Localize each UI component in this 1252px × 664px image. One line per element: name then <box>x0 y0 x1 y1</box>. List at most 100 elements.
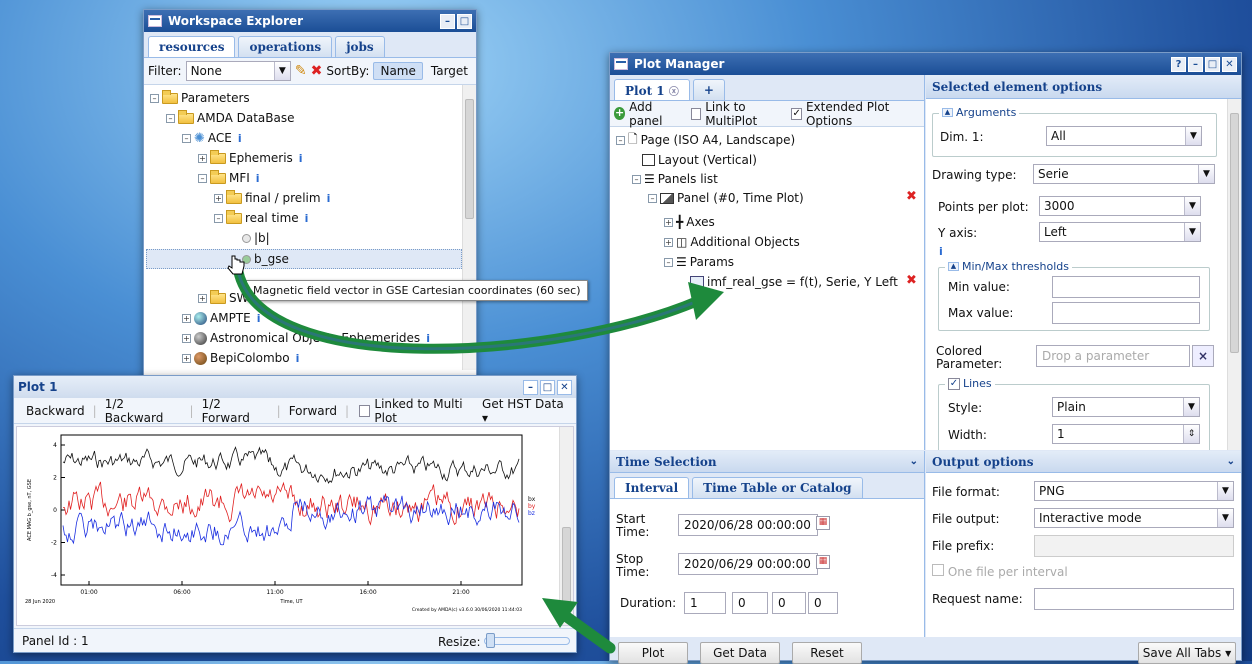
maximize-icon[interactable]: □ <box>540 379 555 395</box>
add-panel-icon[interactable]: + <box>614 107 626 120</box>
stop-time-input[interactable]: 2020/06/29 00:00:00 <box>678 553 818 575</box>
get-hst-data-button[interactable]: Get HST Data ▾ <box>482 397 572 425</box>
tree-node-panel[interactable]: – Panel (#0, Time Plot) <box>648 189 804 207</box>
start-time-input[interactable]: 2020/06/28 00:00:00 <box>678 514 818 536</box>
scrollbar-thumb[interactable] <box>562 527 571 607</box>
scrollbar-thumb[interactable] <box>1230 113 1239 353</box>
info-icon[interactable]: i <box>327 192 331 205</box>
sort-name-button[interactable]: Name <box>373 62 423 80</box>
tree-node-objects[interactable]: + ◫ Additional Objects <box>664 233 800 251</box>
tree-scrollbar[interactable] <box>462 85 476 370</box>
info-icon[interactable]: i <box>299 152 303 165</box>
info-icon[interactable]: i <box>238 132 242 145</box>
plot1-titlebar[interactable]: Plot 1 – □ ✕ <box>14 376 576 398</box>
drawing-type-select[interactable]: Serie ▼ <box>1033 164 1215 184</box>
half-backward-button[interactable]: 1/2 Backward <box>97 397 190 425</box>
help-icon[interactable]: ? <box>1171 56 1186 72</box>
arguments-legend[interactable]: ▲ Arguments <box>939 106 1020 119</box>
style-select[interactable]: Plain ▼ <box>1052 397 1200 417</box>
backward-button[interactable]: Backward <box>18 404 93 418</box>
tab-resources[interactable]: resources <box>148 36 236 57</box>
clear-filter-icon[interactable]: ✖ <box>311 63 323 79</box>
minimize-icon[interactable]: – <box>523 379 538 395</box>
info-icon[interactable]: i <box>305 212 309 225</box>
clear-colored-icon[interactable]: × <box>1192 345 1214 367</box>
duration-seconds[interactable]: 0 <box>808 592 838 614</box>
edit-icon[interactable]: ✎ <box>295 63 307 79</box>
delete-param-icon[interactable]: ✖ <box>906 273 917 288</box>
plot-scrollbar[interactable] <box>559 427 573 625</box>
one-file-option[interactable]: One file per interval <box>932 564 1068 579</box>
linked-multiplot-checkbox[interactable] <box>359 404 371 417</box>
maximize-icon[interactable]: □ <box>457 13 472 29</box>
tree-node-swe[interactable]: + SW <box>198 289 248 307</box>
sort-target-button[interactable]: Target <box>427 64 472 78</box>
extended-options-checkbox[interactable]: ✓ <box>791 107 802 120</box>
add-tab-button[interactable]: + <box>692 79 725 100</box>
tab-plot1[interactable]: Plot 1 ⓧ <box>614 79 690 100</box>
delete-panel-icon[interactable]: ✖ <box>906 189 917 204</box>
tree-node-page[interactable]: – 🗋 Page (ISO A4, Landscape) <box>616 131 795 149</box>
tab-jobs[interactable]: jobs <box>335 36 385 57</box>
tree-node-ephemeris[interactable]: + Ephemeris i <box>198 149 303 167</box>
resize-slider[interactable] <box>484 637 570 645</box>
calendar-icon[interactable]: ▦ <box>816 555 830 569</box>
tree-node-parameters[interactable]: – Parameters <box>150 89 250 107</box>
close-icon[interactable]: ✕ <box>1222 56 1237 72</box>
tab-time-table[interactable]: Time Table or Catalog <box>692 477 863 498</box>
tab-operations[interactable]: operations <box>238 36 333 57</box>
tree-node-layout[interactable]: Layout (Vertical) <box>642 151 757 169</box>
scrollbar-thumb[interactable] <box>465 99 474 219</box>
calendar-icon[interactable]: ▦ <box>816 516 830 530</box>
tree-node-panels[interactable]: – ☰ Panels list <box>632 170 718 188</box>
info-icon[interactable]: i <box>426 332 430 345</box>
close-icon[interactable]: ✕ <box>557 379 572 395</box>
tree-node-astro[interactable]: + Astronomical Objects Ephemerides i <box>182 329 430 347</box>
workspace-titlebar[interactable]: Workspace Explorer – □ <box>144 10 476 32</box>
tree-node-axes[interactable]: + ╋ Axes <box>664 213 715 231</box>
forward-button[interactable]: Forward <box>281 404 345 418</box>
tree-node-amda[interactable]: – AMDA DataBase <box>166 109 295 127</box>
add-panel-button[interactable]: Add panel <box>629 100 681 128</box>
duration-days[interactable]: 1 <box>684 592 726 614</box>
dim-select[interactable]: All ▼ <box>1046 126 1202 146</box>
colored-param-input[interactable]: Drop a parameter <box>1036 345 1190 367</box>
plot-manager-titlebar[interactable]: Plot Manager ? – □ ✕ <box>610 53 1241 75</box>
filter-select[interactable]: None ▼ <box>185 61 291 81</box>
tree-node-realtime[interactable]: – real time i <box>214 209 308 227</box>
file-prefix-input[interactable] <box>1034 535 1234 557</box>
tree-node-params[interactable]: – ☰ Params <box>664 253 734 271</box>
info-icon[interactable]: i <box>296 352 300 365</box>
collapse-icon[interactable]: ⌄ <box>1227 456 1235 467</box>
tree-node-final[interactable]: + final / prelim i <box>214 189 330 207</box>
lines-checkbox[interactable]: ✓ <box>948 377 960 390</box>
duration-minutes[interactable]: 0 <box>772 592 806 614</box>
maximize-icon[interactable]: □ <box>1205 56 1220 72</box>
request-name-input[interactable] <box>1034 588 1234 610</box>
half-forward-button[interactable]: 1/2 Forward <box>194 397 277 425</box>
tree-node-bgse[interactable]: b_gse <box>242 250 289 268</box>
info-icon[interactable]: i <box>939 245 943 258</box>
lines-legend[interactable]: ✓ Lines <box>945 377 995 390</box>
tree-node-bepi[interactable]: + BepiColombo i <box>182 349 299 367</box>
options-scrollbar[interactable] <box>1227 99 1241 450</box>
collapse-icon[interactable]: ⌄ <box>910 456 918 467</box>
minmax-legend[interactable]: ▲ Min/Max thresholds <box>945 260 1072 273</box>
link-multiplot-checkbox[interactable] <box>690 107 702 120</box>
tab-interval[interactable]: Interval <box>614 477 690 498</box>
minimize-icon[interactable]: – <box>1188 56 1203 72</box>
yaxis-select[interactable]: Left ▼ <box>1039 222 1201 242</box>
tree-node-mfi[interactable]: – MFI i <box>198 169 260 187</box>
file-format-select[interactable]: PNG ▼ <box>1034 481 1234 501</box>
resize-slider-thumb[interactable] <box>486 633 495 648</box>
min-value-input[interactable] <box>1052 276 1200 298</box>
tree-node-param[interactable]: imf_real_gse = f(t), Serie, Y Left <box>690 273 898 291</box>
tree-node-b[interactable]: |b| <box>242 229 270 247</box>
minimize-icon[interactable]: – <box>440 13 455 29</box>
tree-node-ace[interactable]: – ✺ ACE i <box>182 129 242 147</box>
info-icon[interactable]: i <box>256 172 260 185</box>
file-output-select[interactable]: Interactive mode ▼ <box>1034 508 1234 528</box>
max-value-input[interactable] <box>1052 302 1200 324</box>
points-select[interactable]: 3000 ▼ <box>1039 196 1201 216</box>
width-spinner[interactable]: 1 ⇕ <box>1052 424 1200 444</box>
